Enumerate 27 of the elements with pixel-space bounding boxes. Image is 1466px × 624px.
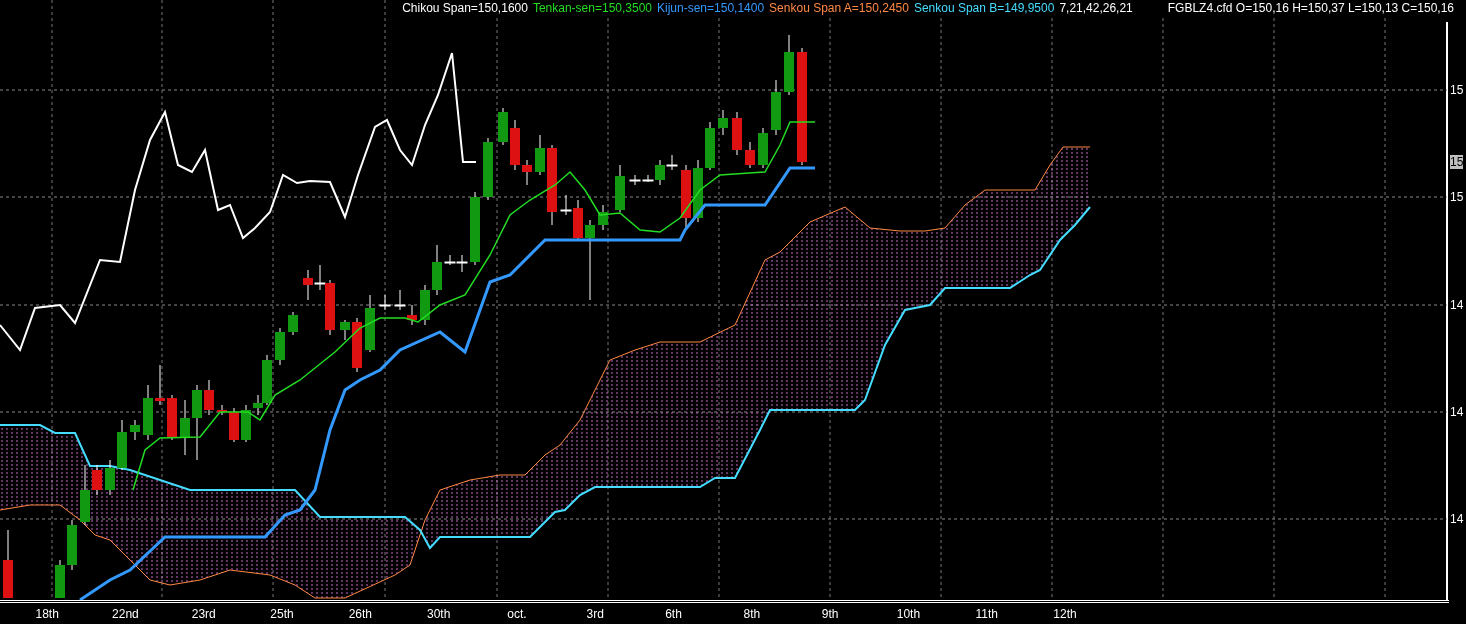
- date-axis-label: 6th: [665, 606, 682, 621]
- date-axis-label: 22nd: [112, 606, 139, 621]
- date-axis-label: 3rd: [586, 606, 604, 621]
- price-axis-label: 14: [1450, 298, 1464, 312]
- price-axis-label: 14: [1450, 405, 1464, 419]
- date-axis-label: 8th: [743, 606, 761, 621]
- date-axis-label: 10th: [896, 606, 921, 621]
- date-axis-label: 30th: [426, 606, 451, 621]
- date-axis-label: 11th: [975, 606, 998, 621]
- legend-label: Kijun-sen=150,1400: [657, 0, 765, 16]
- date-axis-label: 9th: [821, 606, 839, 621]
- legend-label: Senkou Span B=149,9500: [913, 0, 1055, 16]
- date-axis-label: 25th: [270, 606, 294, 621]
- date-axis-label: 12th: [1053, 606, 1077, 621]
- legend-label: 7,21,42,26,21: [1059, 0, 1133, 16]
- date-axis-label: 26th: [348, 606, 372, 621]
- legend-label: Senkou Span A=150,2450: [769, 0, 909, 16]
- legend-label: FGBLZ4.cfd O=150,16 H=150,37 L=150,13 C=150,16: [1167, 0, 1454, 16]
- date-axis-label: oct.: [507, 606, 527, 621]
- date-axis-label: 23rd: [191, 606, 216, 621]
- date-axis-label: 18th: [35, 606, 59, 621]
- legend-label: Tenkan-sen=150,3500: [532, 0, 652, 16]
- price-axis-label: 15: [1450, 190, 1464, 204]
- legend-label: Chikou Span=150,1600: [402, 0, 528, 16]
- price-axis-label: 14: [1450, 512, 1464, 526]
- price-axis-label: 15: [1450, 155, 1464, 169]
- price-axis-label: 15: [1450, 83, 1464, 97]
